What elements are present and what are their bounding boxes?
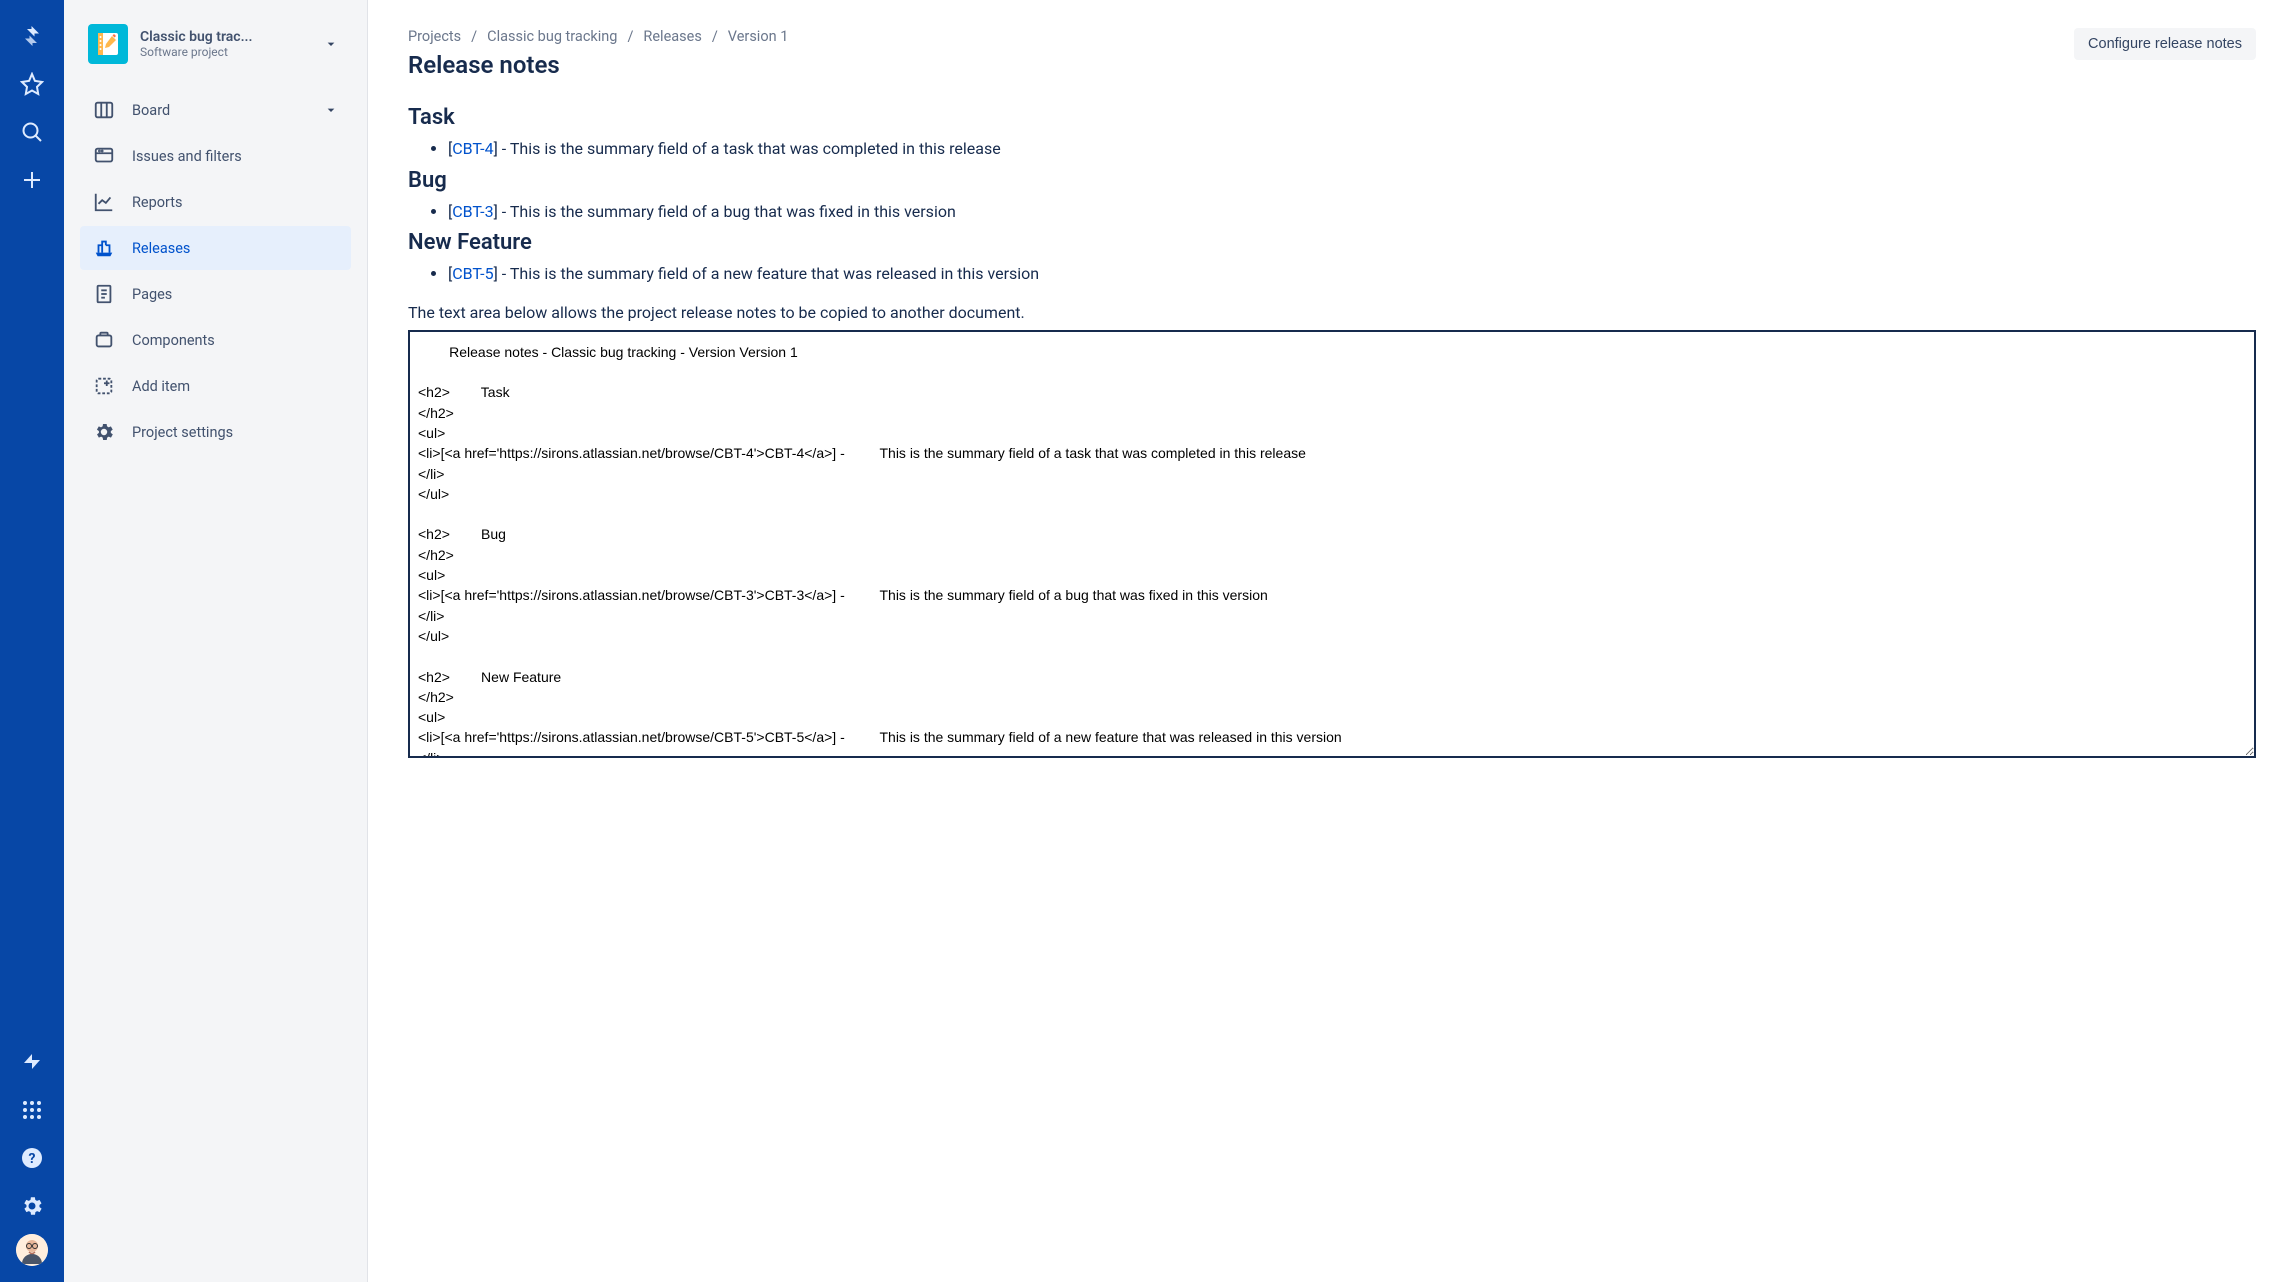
sidebar-item-label: Reports [132, 194, 339, 211]
issue-list: [CBT-3] - This is the summary field of a… [408, 199, 2256, 225]
issue-summary: This is the summary field of a new featu… [510, 264, 1039, 283]
issue-key-link[interactable]: CBT-4 [452, 139, 493, 158]
page-icon [92, 282, 116, 306]
sidebar-nav: Board Issues and filters Reports Releases Pa… [80, 88, 351, 454]
breadcrumb: Projects / Classic bug tracking / Releases / V… [408, 28, 788, 45]
jira-logo-icon[interactable] [12, 16, 52, 56]
user-avatar[interactable] [16, 1234, 48, 1266]
sidebar-item-board[interactable]: Board [80, 88, 351, 132]
issue-summary: This is the summary field of a bug that … [510, 202, 956, 221]
copy-instructions: The text area below allows the project r… [408, 303, 2256, 322]
sidebar-item-components[interactable]: Components [80, 318, 351, 362]
add-item-icon [92, 374, 116, 398]
breadcrumb-separator: / [712, 28, 718, 45]
svg-text:?: ? [29, 1151, 36, 1167]
section-heading: New Feature [408, 230, 2256, 255]
issue-list: [CBT-5] - This is the summary field of a… [408, 261, 2256, 287]
breadcrumb-link[interactable]: Releases [643, 28, 701, 45]
search-icon[interactable] [12, 112, 52, 152]
settings-icon [92, 420, 116, 444]
sidebar-item-label: Add item [132, 378, 339, 395]
component-icon [92, 328, 116, 352]
star-icon[interactable] [12, 64, 52, 104]
issue-item: [CBT-3] - This is the summary field of a… [448, 199, 2256, 225]
sidebar-item-label: Board [132, 102, 307, 119]
app-switcher-icon[interactable] [12, 1090, 52, 1130]
main-content: Projects / Classic bug tracking / Releases / V… [368, 0, 2296, 1282]
settings-icon[interactable] [12, 1186, 52, 1226]
sidebar-item-issues[interactable]: Issues and filters [80, 134, 351, 178]
breadcrumb-link[interactable]: Version 1 [728, 28, 789, 45]
issue-item: [CBT-4] - This is the summary field of a… [448, 136, 2256, 162]
section-heading: Bug [408, 168, 2256, 193]
board-icon [92, 98, 116, 122]
issue-key-link[interactable]: CBT-5 [452, 264, 493, 283]
release-sections: Task [CBT-4] - This is the summary field … [408, 105, 2256, 287]
project-subtitle: Software project [140, 45, 307, 59]
reports-icon [92, 190, 116, 214]
breadcrumb-link[interactable]: Classic bug tracking [487, 28, 617, 45]
page-title: Release notes [408, 51, 788, 79]
section-heading: Task [408, 105, 2256, 130]
breadcrumb-separator: / [471, 28, 477, 45]
notification-icon[interactable] [12, 1042, 52, 1082]
sidebar-item-label: Pages [132, 286, 339, 303]
help-icon[interactable]: ? [12, 1138, 52, 1178]
sidebar-item-label: Issues and filters [132, 148, 339, 165]
issues-icon [92, 144, 116, 168]
sidebar-item-pages[interactable]: Pages [80, 272, 351, 316]
sidebar-item-releases[interactable]: Releases [80, 226, 351, 270]
project-sidebar: Classic bug trac... Software project Boa… [64, 0, 368, 1282]
ship-icon [92, 236, 116, 260]
chevron-down-icon [323, 102, 339, 118]
sidebar-item-label: Releases [132, 240, 339, 257]
issue-list: [CBT-4] - This is the summary field of a… [408, 136, 2256, 162]
issue-summary: This is the summary field of a task that… [510, 139, 1001, 158]
sidebar-item-add-item[interactable]: Add item [80, 364, 351, 408]
sidebar-item-label: Project settings [132, 424, 339, 441]
breadcrumb-separator: / [627, 28, 633, 45]
project-title: Classic bug trac... [140, 29, 307, 45]
issue-key-link[interactable]: CBT-3 [452, 202, 493, 221]
release-notes-raw-textarea[interactable] [408, 330, 2256, 758]
sidebar-item-label: Components [132, 332, 339, 349]
create-icon[interactable] [12, 160, 52, 200]
configure-release-notes-button[interactable]: Configure release notes [2074, 28, 2256, 60]
sidebar-item-project-settings[interactable]: Project settings [80, 410, 351, 454]
project-avatar-icon [88, 24, 128, 64]
project-header[interactable]: Classic bug trac... Software project [80, 24, 351, 88]
issue-item: [CBT-5] - This is the summary field of a… [448, 261, 2256, 287]
global-nav: ? [0, 0, 64, 1282]
sidebar-item-reports[interactable]: Reports [80, 180, 351, 224]
breadcrumb-link[interactable]: Projects [408, 28, 461, 45]
chevron-down-icon[interactable] [319, 32, 343, 56]
